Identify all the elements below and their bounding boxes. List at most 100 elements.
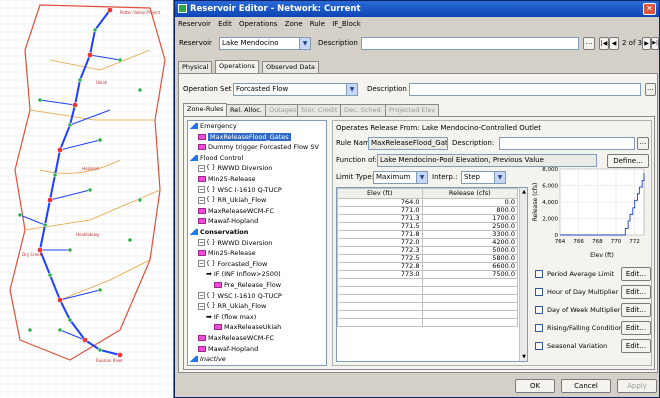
empty-cell[interactable] xyxy=(337,294,423,303)
network-node[interactable] xyxy=(97,137,103,143)
menu-rule[interactable]: Rule xyxy=(310,20,325,28)
expand-toggle-icon[interactable]: − xyxy=(198,260,205,268)
scroll-up-icon[interactable]: ▲ xyxy=(520,188,527,196)
table-row-empty[interactable] xyxy=(337,302,519,311)
expand-toggle-icon[interactable]: − xyxy=(198,196,205,204)
network-node[interactable] xyxy=(82,337,88,343)
option-edit-button[interactable]: Edit... xyxy=(621,267,651,281)
tree-item[interactable]: MaxReleaseWCM-FC xyxy=(198,334,274,343)
elev-release-table[interactable]: Elev (ft) Release (cfs) 764.0 0.0 771.0 800… xyxy=(337,188,519,327)
empty-cell[interactable] xyxy=(337,310,423,319)
network-node[interactable] xyxy=(107,7,113,13)
network-node[interactable] xyxy=(117,352,123,358)
menu-if-block[interactable]: IF_Block xyxy=(332,20,361,28)
reservoir-description-input[interactable] xyxy=(361,37,579,50)
network-node[interactable] xyxy=(42,222,48,228)
network-node[interactable] xyxy=(137,87,143,93)
rule-description-input[interactable] xyxy=(499,137,635,150)
option-checkbox[interactable] xyxy=(535,270,543,278)
option-checkbox[interactable] xyxy=(535,306,543,314)
next-record-icon[interactable]: ▶ xyxy=(642,37,651,50)
tab-stor-credit[interactable]: Stor. Credit xyxy=(297,104,342,116)
network-node[interactable] xyxy=(137,197,143,203)
network-node[interactable] xyxy=(57,297,63,303)
reservoir-select[interactable]: Lake Mendocino ▼ xyxy=(219,37,311,50)
apply-button[interactable]: Apply xyxy=(617,379,657,393)
operation-set-select[interactable]: Forcasted Flow ▼ xyxy=(233,83,358,96)
table-row-empty[interactable] xyxy=(337,318,519,327)
release-cell[interactable]: 7500.0 xyxy=(421,270,519,279)
network-node[interactable] xyxy=(52,172,58,178)
scroll-down-icon[interactable]: ▼ xyxy=(520,353,527,361)
network-node[interactable] xyxy=(67,317,73,323)
expand-toggle-icon[interactable]: − xyxy=(198,302,205,310)
tab-observed-data[interactable]: Observed Data xyxy=(262,61,319,73)
table-row[interactable]: 771.8 3300.0 xyxy=(337,230,519,239)
network-node[interactable] xyxy=(117,57,123,63)
empty-cell[interactable] xyxy=(421,286,519,295)
tab-rel-alloc[interactable]: Rel. Alloc. xyxy=(226,104,266,116)
table-row-empty[interactable] xyxy=(337,278,519,287)
table-row-empty[interactable] xyxy=(337,286,519,295)
network-node[interactable] xyxy=(57,327,63,333)
network-node[interactable] xyxy=(67,247,73,253)
tree-item[interactable]: MaxReleaseWCM-FC xyxy=(198,207,274,216)
first-record-icon[interactable]: |◀ xyxy=(599,37,609,50)
network-node[interactable] xyxy=(57,147,63,153)
network-node[interactable] xyxy=(47,197,53,203)
elev-cell[interactable]: 773.0 xyxy=(337,270,423,279)
expand-toggle-icon[interactable]: − xyxy=(198,186,205,194)
table-row[interactable]: 764.0 0.0 xyxy=(337,198,519,207)
close-button[interactable]: ✕ xyxy=(643,3,656,15)
option-edit-button[interactable]: Edit... xyxy=(621,303,651,317)
empty-cell[interactable] xyxy=(421,318,519,327)
empty-cell[interactable] xyxy=(421,302,519,311)
tab-zone-rules[interactable]: Zone-Rules xyxy=(183,103,228,116)
option-checkbox[interactable] xyxy=(535,288,543,296)
empty-cell[interactable] xyxy=(421,310,519,319)
tree-item[interactable]: −{ } RWWD Diversion xyxy=(198,239,272,248)
table-scrollbar[interactable]: ▲ ▼ xyxy=(519,188,527,361)
empty-cell[interactable] xyxy=(337,302,423,311)
table-row[interactable]: 772.0 4200.0 xyxy=(337,238,519,247)
tree-item[interactable]: Conservation xyxy=(190,228,248,237)
tree-item[interactable]: −{ } RWWD Diversion xyxy=(198,164,272,173)
tree-item[interactable]: Mawaf-Hopland xyxy=(198,345,258,354)
map-canvas[interactable]: Potter Valley Project Ukiah Hopland Heal… xyxy=(0,0,174,398)
option-edit-button[interactable]: Edit... xyxy=(621,285,651,299)
tree-item[interactable]: Dummy trigger Forcasted Flow SV xyxy=(198,143,319,152)
network-node[interactable] xyxy=(87,187,93,193)
menu-reservoir[interactable]: Reservoir xyxy=(178,20,211,28)
column-header-release[interactable]: Release (cfs) xyxy=(421,188,519,199)
rule-description-browse-button[interactable]: … xyxy=(637,137,649,150)
tree-item[interactable]: ➡ IF (INF Inflow>2500) xyxy=(206,270,281,279)
tree-item[interactable]: Emergency xyxy=(190,122,237,131)
tree-item[interactable]: Mawaf-Hopland xyxy=(198,217,258,226)
tab-physical[interactable]: Physical xyxy=(178,61,213,73)
column-header-elev[interactable]: Elev (ft) xyxy=(337,188,423,199)
tree-item[interactable]: Min25-Release xyxy=(198,175,256,184)
tab-dec-sched[interactable]: Dec. Sched. xyxy=(340,104,387,116)
empty-cell[interactable] xyxy=(337,318,423,327)
tree-item[interactable]: Pre_Release_Flow xyxy=(214,281,281,290)
network-node[interactable] xyxy=(17,212,23,218)
tab-projected-elev[interactable]: Projected Elev xyxy=(385,104,440,116)
empty-cell[interactable] xyxy=(421,294,519,303)
network-node[interactable] xyxy=(72,102,78,108)
table-row[interactable]: 773.0 7500.0 xyxy=(337,270,519,279)
network-node[interactable] xyxy=(37,97,43,103)
menu-operations[interactable]: Operations xyxy=(239,20,277,28)
option-edit-button[interactable]: Edit... xyxy=(621,321,651,335)
table-row[interactable]: 772.5 5800.0 xyxy=(337,254,519,263)
cancel-button[interactable]: Cancel xyxy=(561,379,611,393)
last-record-icon[interactable]: ▶| xyxy=(651,37,659,50)
operation-description-input[interactable] xyxy=(409,83,641,96)
table-row[interactable]: 771.0 800.0 xyxy=(337,206,519,215)
network-node[interactable] xyxy=(87,52,93,58)
rule-name-input[interactable]: MaxReleaseFlood_Gates xyxy=(368,137,448,150)
watershed-map[interactable]: Potter Valley Project Ukiah Hopland Heal… xyxy=(0,0,174,398)
table-row[interactable]: 772.8 6600.0 xyxy=(337,262,519,271)
rule-table[interactable]: Elev (ft) Release (cfs) 764.0 0.0 771.0 800… xyxy=(336,187,528,362)
tree-item[interactable]: Flood Control xyxy=(190,154,243,163)
limit-type-select[interactable]: Maximum ▼ xyxy=(373,171,428,184)
